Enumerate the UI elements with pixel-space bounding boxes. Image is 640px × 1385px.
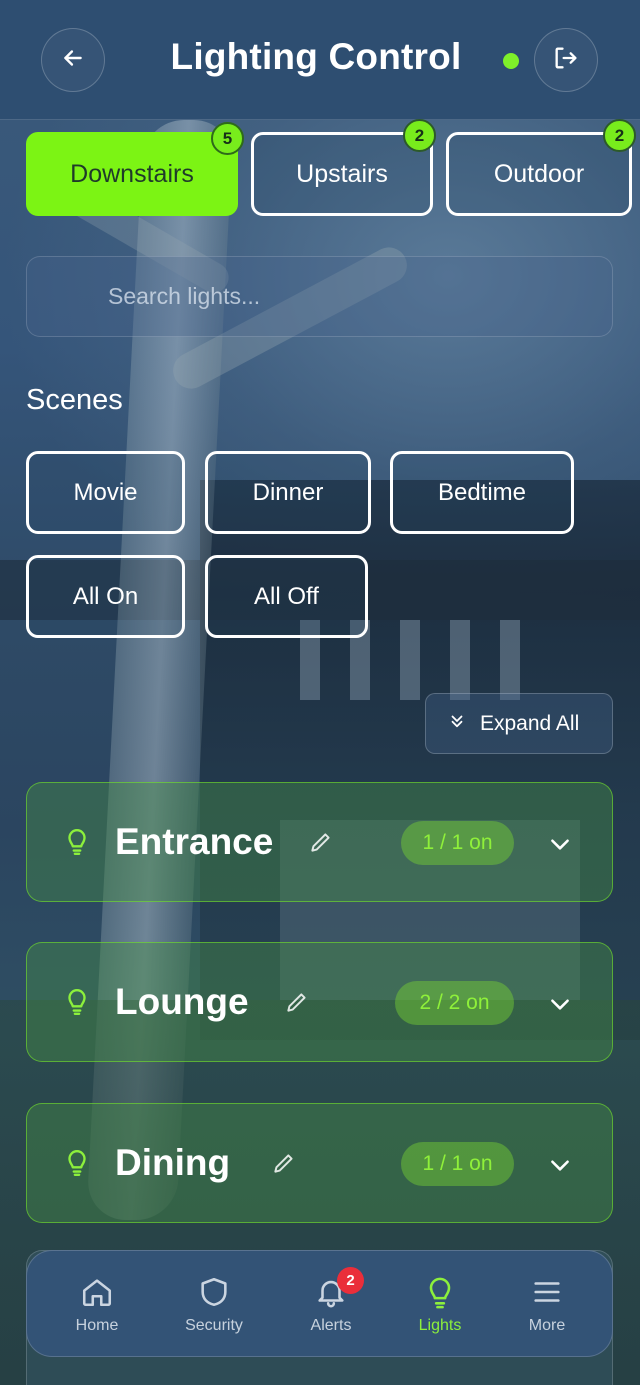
tab-downstairs[interactable]: Downstairs 5 [26, 122, 244, 216]
search-input[interactable] [27, 257, 612, 336]
app-header: Lighting Control [0, 0, 640, 120]
scene-all-off-button[interactable]: All Off [205, 555, 368, 638]
scene-movie-button[interactable]: Movie [26, 451, 185, 534]
alerts-count-badge: 2 [337, 1267, 364, 1294]
chevron-down-icon[interactable] [547, 1152, 573, 1183]
nav-label: Alerts [310, 1317, 352, 1334]
nav-label: Security [185, 1317, 243, 1334]
logout-icon [552, 44, 580, 77]
nav-label: More [528, 1317, 566, 1334]
nav-label: Lights [418, 1317, 462, 1334]
logout-button[interactable] [534, 28, 598, 92]
room-card-dining[interactable]: Dining 1 / 1 on [26, 1103, 613, 1223]
nav-more[interactable]: More [497, 1251, 597, 1358]
room-card-entrance[interactable]: Entrance 1 / 1 on [26, 782, 613, 902]
double-chevron-down-icon [448, 712, 466, 736]
scene-bedtime-button[interactable]: Bedtime [390, 451, 574, 534]
chevron-down-icon[interactable] [547, 831, 573, 862]
connection-status-dot [503, 53, 519, 69]
expand-all-label: Expand All [480, 711, 580, 735]
room-card-lounge[interactable]: Lounge 2 / 2 on [26, 942, 613, 1062]
chevron-down-icon[interactable] [547, 991, 573, 1022]
nav-alerts[interactable]: 2 Alerts [281, 1251, 381, 1358]
nav-lights[interactable]: Lights [390, 1251, 490, 1358]
scene-all-on-button[interactable]: All On [26, 555, 185, 638]
room-name: Dining [115, 1142, 231, 1183]
lightbulb-icon [64, 987, 90, 1022]
lightbulb-icon [64, 1148, 90, 1183]
nav-security[interactable]: Security [164, 1251, 264, 1358]
bottom-nav: Home Security 2 Alerts Lights More [26, 1250, 613, 1357]
search-box [26, 256, 613, 337]
tab-upstairs[interactable]: Upstairs 2 [251, 119, 436, 216]
room-status-pill: 1 / 1 on [401, 821, 514, 865]
tab-outdoor[interactable]: Outdoor 2 [446, 119, 636, 216]
room-name: Lounge [115, 981, 249, 1022]
home-icon [80, 1275, 114, 1314]
scenes-heading: Scenes [26, 384, 123, 416]
tab-label: Outdoor [493, 159, 585, 188]
count-badge: 2 [403, 119, 436, 152]
nav-label: Home [75, 1317, 119, 1334]
expand-all-button[interactable]: Expand All [425, 693, 613, 754]
shield-icon [197, 1275, 231, 1314]
nav-home[interactable]: Home [47, 1251, 147, 1358]
room-status-pill: 2 / 2 on [395, 981, 514, 1025]
room-status-pill: 1 / 1 on [401, 1142, 514, 1186]
count-badge: 2 [603, 119, 636, 152]
room-name: Entrance [115, 821, 274, 862]
edit-pencil-icon[interactable] [308, 829, 334, 860]
scene-dinner-button[interactable]: Dinner [205, 451, 371, 534]
menu-icon [530, 1275, 564, 1314]
edit-pencil-icon[interactable] [271, 1150, 297, 1181]
lightbulb-icon [423, 1275, 457, 1316]
edit-pencil-icon[interactable] [284, 989, 310, 1020]
count-badge: 5 [211, 122, 244, 155]
lightbulb-icon [64, 827, 90, 862]
tab-label: Upstairs [296, 159, 388, 188]
tab-label: Downstairs [70, 159, 194, 188]
